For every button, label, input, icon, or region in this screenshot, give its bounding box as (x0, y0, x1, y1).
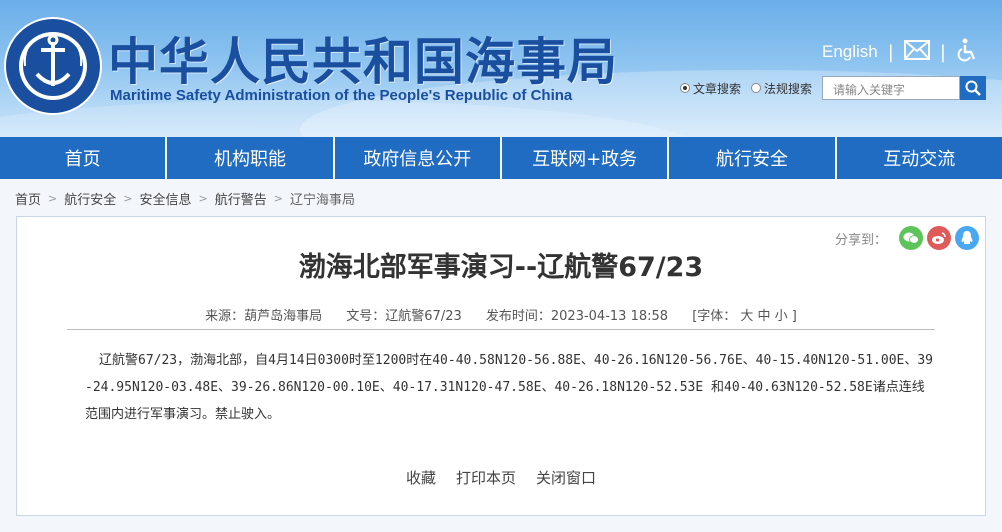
breadcrumb-liaoning-msa[interactable]: 辽宁海事局 (290, 189, 355, 208)
accessibility-icon[interactable] (956, 38, 978, 66)
chevron-right-icon: > (123, 192, 133, 205)
breadcrumb-safety-info[interactable]: 安全信息 (139, 189, 191, 208)
meta-divider (67, 329, 935, 330)
radio-dot[interactable] (680, 83, 690, 93)
nav-item-home[interactable]: 首页 (0, 137, 168, 179)
main-nav: 首页 机构职能 政府信息公开 互联网+政务 航行安全 互动交流 (0, 137, 1002, 179)
separator: | (887, 41, 894, 63)
article-source: 来源：葫芦岛海事局 (205, 309, 323, 324)
search-input[interactable]: 请输入关键字 (822, 76, 961, 100)
mail-icon[interactable] (903, 40, 930, 64)
chevron-right-icon: > (48, 192, 58, 205)
search-row: 文章搜索 法规搜索 请输入关键字 (680, 76, 987, 100)
article-actions: 收藏 打印本页 关闭窗口 (17, 467, 985, 488)
breadcrumb-home[interactable]: 首页 (15, 189, 41, 208)
nav-item-gov-info[interactable]: 政府信息公开 (335, 137, 502, 179)
breadcrumb: 首页 > 航行安全 > 安全信息 > 航行警告 > 辽宁海事局 (15, 189, 355, 208)
site-title-cn: 中华人民共和国海事局 (108, 33, 618, 91)
nav-item-functions[interactable]: 机构职能 (167, 137, 335, 179)
separator: | (939, 41, 946, 63)
chevron-right-icon: > (273, 192, 283, 205)
article-body: 辽航警67/23，渤海北部，自4月14日0300时至1200时在40-40.58… (85, 353, 933, 422)
nav-item-interaction[interactable]: 互动交流 (837, 137, 1002, 179)
radio-law-search[interactable]: 法规搜索 (751, 80, 812, 97)
breadcrumb-navigation-safety[interactable]: 航行安全 (64, 189, 116, 208)
china-msa-logo[interactable] (3, 16, 103, 116)
article-title: 渤海北部军事演习--辽航警67/23 (298, 252, 704, 283)
site-title-en: Maritime Safety Administration of the Pe… (110, 87, 573, 104)
article-panel: 分享到： 渤海北部军事演习--辽航警67/23 来源：葫芦岛海事局 文号：辽航警… (16, 216, 986, 516)
radio-label: 文章搜索 (693, 81, 742, 96)
search-icon (965, 80, 981, 96)
radio-dot[interactable] (751, 83, 762, 93)
breadcrumb-nav-warning[interactable]: 航行警告 (215, 189, 267, 208)
nav-item-internet-gov[interactable]: 互联网+政务 (502, 137, 670, 179)
close-window-button[interactable]: 关闭窗口 (536, 467, 596, 488)
print-button[interactable]: 打印本页 (456, 467, 516, 488)
nav-item-navigation-safety[interactable]: 航行安全 (669, 137, 837, 179)
font-size-switcher[interactable]: [字体： 大 中 小 ] (692, 309, 797, 324)
site-header: 中华人民共和国海事局 Maritime Safety Administratio… (0, 0, 1002, 137)
chevron-right-icon: > (198, 192, 208, 205)
article-meta: 来源：葫芦岛海事局 文号：辽航警67/23 发布时间：2023-04-13 18… (17, 305, 985, 324)
english-link[interactable]: English (822, 42, 878, 62)
radio-article-search[interactable]: 文章搜索 (680, 80, 741, 97)
favorite-button[interactable]: 收藏 (406, 467, 436, 488)
article-publish-time: 发布时间：2023-04-13 18:58 (485, 309, 669, 324)
top-links: English | | (822, 38, 978, 66)
search-button[interactable] (960, 76, 987, 100)
article-doc-number: 文号：辽航警67/23 (346, 309, 462, 324)
radio-label: 法规搜索 (764, 81, 813, 96)
